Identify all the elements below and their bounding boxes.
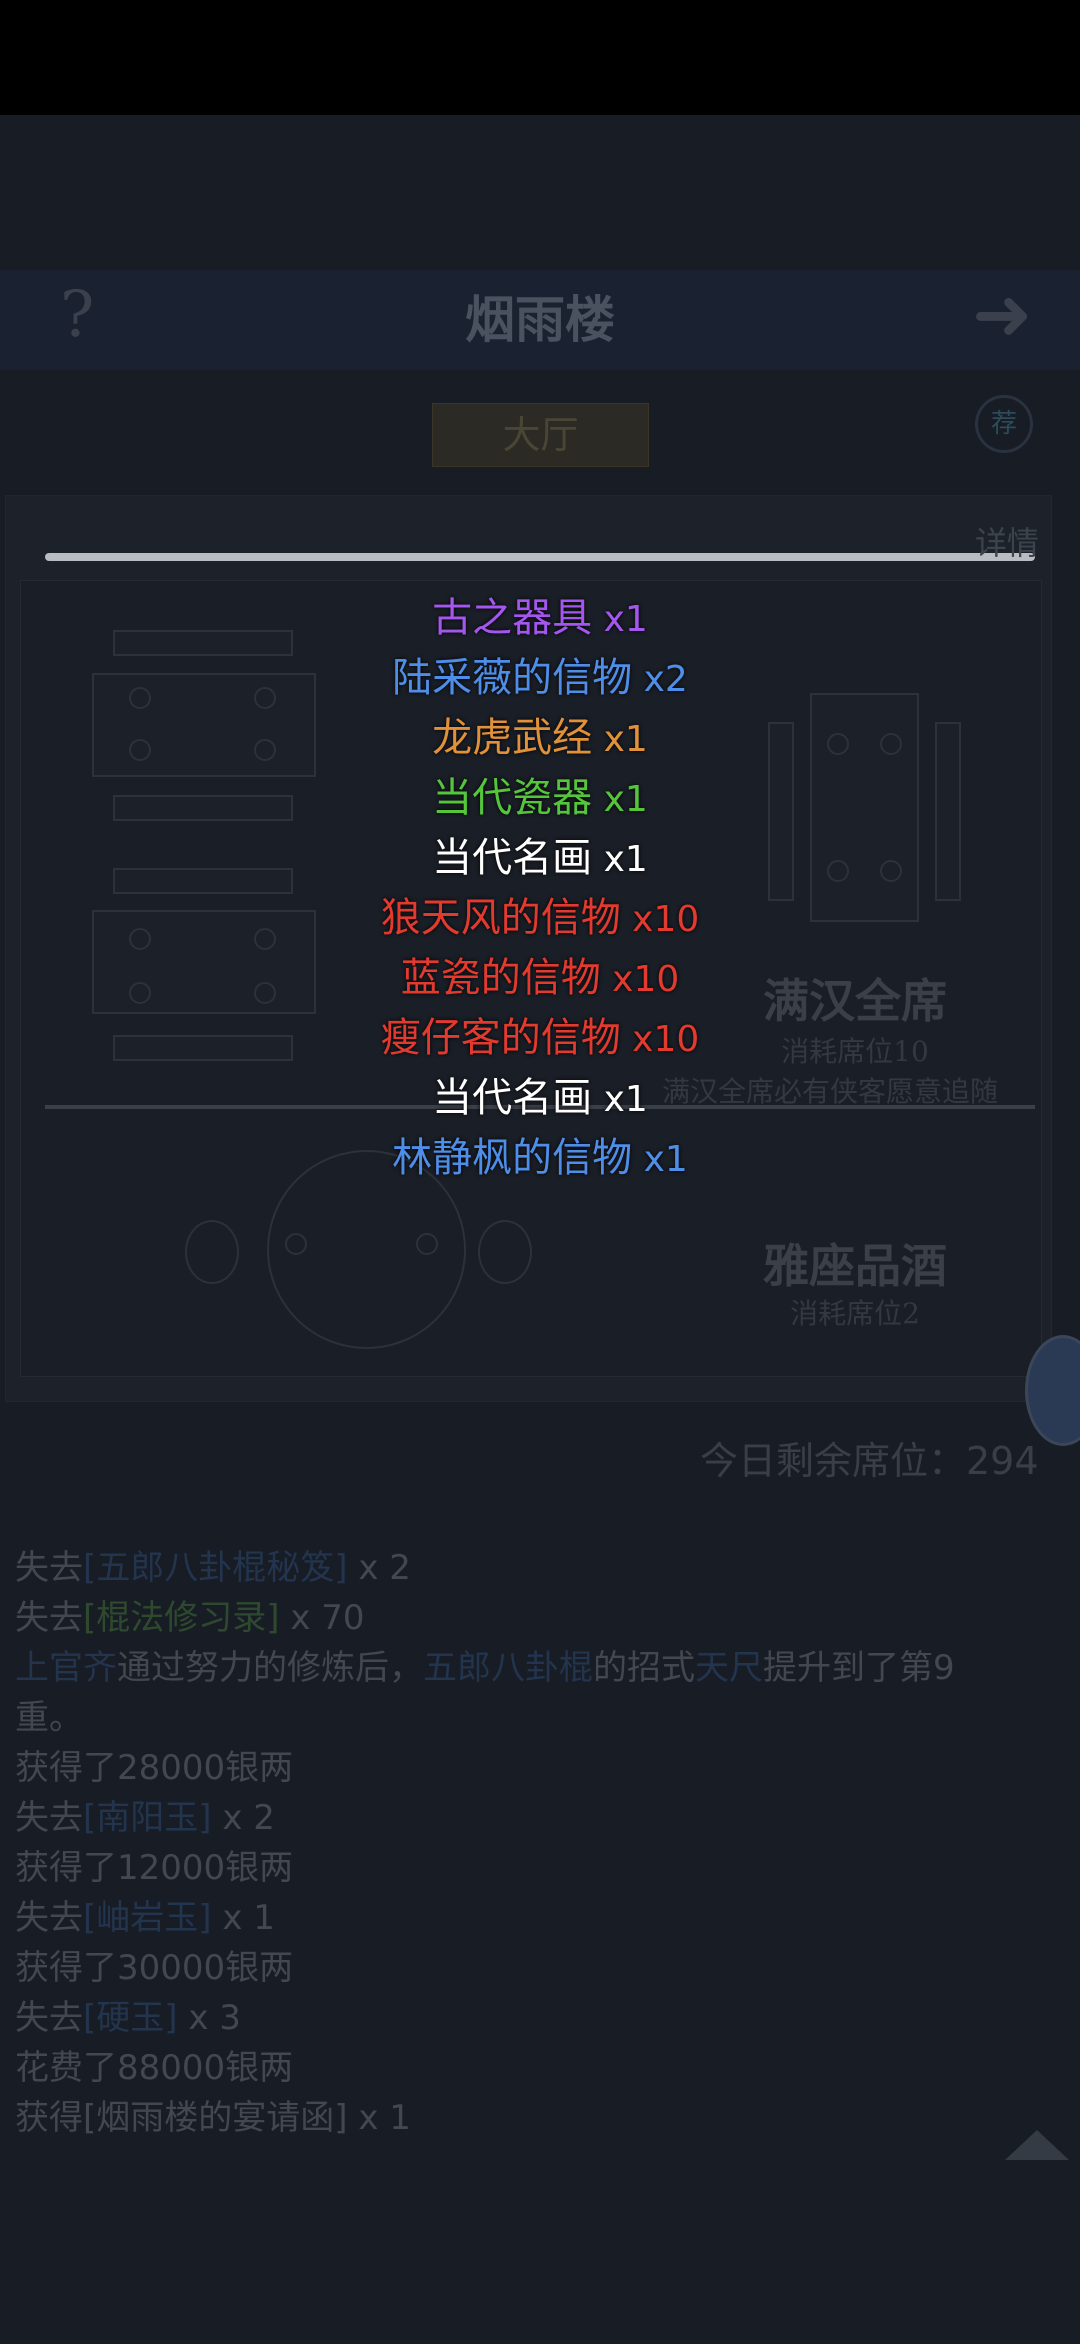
log-segment: 失去 — [15, 1598, 83, 1638]
log-segment: 通过努力的修炼后， — [117, 1648, 423, 1688]
log-line: 花费了88000银两 — [15, 2040, 293, 2089]
reward-item-qty: x2 — [632, 659, 688, 700]
log-segment: 获得了12000银两 — [15, 1848, 294, 1888]
log-segment: 天尺 — [695, 1648, 763, 1688]
log-line: 失去[棍法修习录] x 70 — [15, 1590, 365, 1639]
reward-item-name: 陆采薇的信物 — [392, 655, 633, 701]
log-segment: 花费了88000银两 — [15, 2048, 294, 2088]
log-segment: 上官齐 — [15, 1648, 117, 1688]
log-segment: 获得 — [15, 2098, 83, 2138]
reward-item-name: 当代名画 — [432, 835, 593, 881]
event-log: 失去[五郎八卦棍秘笈] x 2 失去[棍法修习录] x 70 上官齐通过努力的修炼后… — [0, 1540, 1080, 2140]
panel-top-divider — [45, 553, 1035, 561]
log-segment: 失去 — [15, 1798, 83, 1838]
log-line: 失去[南阳玉] x 2 — [15, 1790, 275, 1839]
reward-item-qty: x1 — [592, 779, 648, 820]
log-segment: [棍法修习录] — [83, 1598, 280, 1638]
log-segment: 获得了30000银两 — [15, 1948, 294, 1988]
next-arrow-icon[interactable]: ➜ — [972, 272, 1032, 356]
log-segment: 提升到了第9 — [763, 1648, 955, 1688]
reward-item-name: 古之器具 — [432, 595, 593, 641]
recommend-round-button[interactable]: 荐 — [975, 395, 1033, 453]
log-segment: [岫岩玉] — [83, 1898, 212, 1938]
log-line: 获得了28000银两 — [15, 1740, 293, 1789]
reward-item-name: 瘦仔客的信物 — [380, 1015, 621, 1061]
log-segment: [烟雨楼的宴请函] — [83, 2098, 348, 2138]
reward-item-name: 龙虎武经 — [432, 715, 593, 761]
seat-dot — [285, 1233, 307, 1255]
reward-item-name: 狼天风的信物 — [380, 895, 621, 941]
seats-remaining: 今日剩余席位：294 — [700, 1439, 1039, 1483]
reward-item: 蓝瓷的信物 x10 — [0, 945, 1080, 1003]
log-line: 获得[烟雨楼的宴请函] x 1 — [15, 2090, 411, 2139]
status-bar — [0, 0, 1080, 115]
log-line: 失去[五郎八卦棍秘笈] x 2 — [15, 1540, 411, 1589]
reward-item: 当代瓷器 x1 — [0, 765, 1080, 823]
log-line: 重。 — [15, 1690, 83, 1739]
log-segment: x 1 — [347, 2098, 411, 2138]
reward-item-qty: x1 — [592, 839, 648, 880]
reward-item: 瘦仔客的信物 x10 — [0, 1005, 1080, 1063]
stool-shape — [478, 1220, 532, 1284]
reward-item-qty: x10 — [600, 959, 680, 1000]
reward-item: 古之器具 x1 — [0, 585, 1080, 643]
reward-item-qty: x1 — [592, 719, 648, 760]
log-segment: x 70 — [279, 1598, 365, 1638]
reward-item: 当代名画 x1 — [0, 1065, 1080, 1123]
seat-dot — [416, 1233, 438, 1255]
reward-item-qty: x1 — [592, 599, 648, 640]
log-segment: x 1 — [211, 1898, 275, 1938]
reward-item: 当代名画 x1 — [0, 825, 1080, 883]
log-segment: x 2 — [347, 1548, 411, 1588]
log-segment: [南阳玉] — [83, 1798, 212, 1838]
log-segment: x 2 — [211, 1798, 275, 1838]
log-segment: 失去 — [15, 1898, 83, 1938]
log-segment: 获得了28000银两 — [15, 1748, 294, 1788]
log-segment: 失去 — [15, 1548, 83, 1588]
log-line: 获得了12000银两 — [15, 1840, 293, 1889]
reward-item-name: 蓝瓷的信物 — [400, 955, 601, 1001]
reward-item-qty: x10 — [620, 899, 700, 940]
log-segment: 的招式 — [593, 1648, 695, 1688]
log-segment: 五郎八卦棍 — [423, 1648, 593, 1688]
reward-item-qty: x1 — [632, 1139, 688, 1180]
log-line: 失去[硬玉] x 3 — [15, 1990, 241, 2039]
reward-item-qty: x1 — [592, 1079, 648, 1120]
scroll-up-icon[interactable] — [1005, 2130, 1069, 2160]
log-line: 失去[岫岩玉] x 1 — [15, 1890, 275, 1939]
feast-cost: 消耗席位2 — [790, 1297, 920, 1330]
reward-item: 狼天风的信物 x10 — [0, 885, 1080, 943]
reward-popup: 古之器具 x1 陆采薇的信物 x2 龙虎武经 x1 当代瓷器 x1 当代名画 x1 狼天风… — [0, 585, 1080, 1185]
log-segment: [五郎八卦棍秘笈] — [83, 1548, 348, 1588]
reward-item-qty: x10 — [620, 1019, 700, 1060]
log-segment: x 3 — [177, 1998, 241, 2038]
log-segment: [硬玉] — [83, 1998, 178, 2038]
detail-button[interactable]: 详情 — [975, 518, 1039, 564]
reward-item-name: 当代瓷器 — [432, 775, 593, 821]
log-line: 获得了30000银两 — [15, 1940, 293, 1989]
stool-shape — [185, 1220, 239, 1284]
reward-item: 陆采薇的信物 x2 — [0, 645, 1080, 703]
feast-title[interactable]: 雅座品酒 — [735, 1230, 975, 1296]
tab-hall[interactable]: 大厅 — [432, 403, 649, 467]
reward-item-name: 当代名画 — [432, 1075, 593, 1121]
reward-item: 林静枫的信物 x1 — [0, 1125, 1080, 1183]
reward-item-name: 林静枫的信物 — [392, 1135, 633, 1181]
reward-item: 龙虎武经 x1 — [0, 705, 1080, 763]
log-segment: 重。 — [15, 1698, 83, 1738]
page-title: 烟雨楼 — [465, 290, 615, 349]
log-line: 上官齐通过努力的修炼后，五郎八卦棍的招式天尺提升到了第9 — [15, 1640, 955, 1689]
log-segment: 失去 — [15, 1998, 83, 2038]
